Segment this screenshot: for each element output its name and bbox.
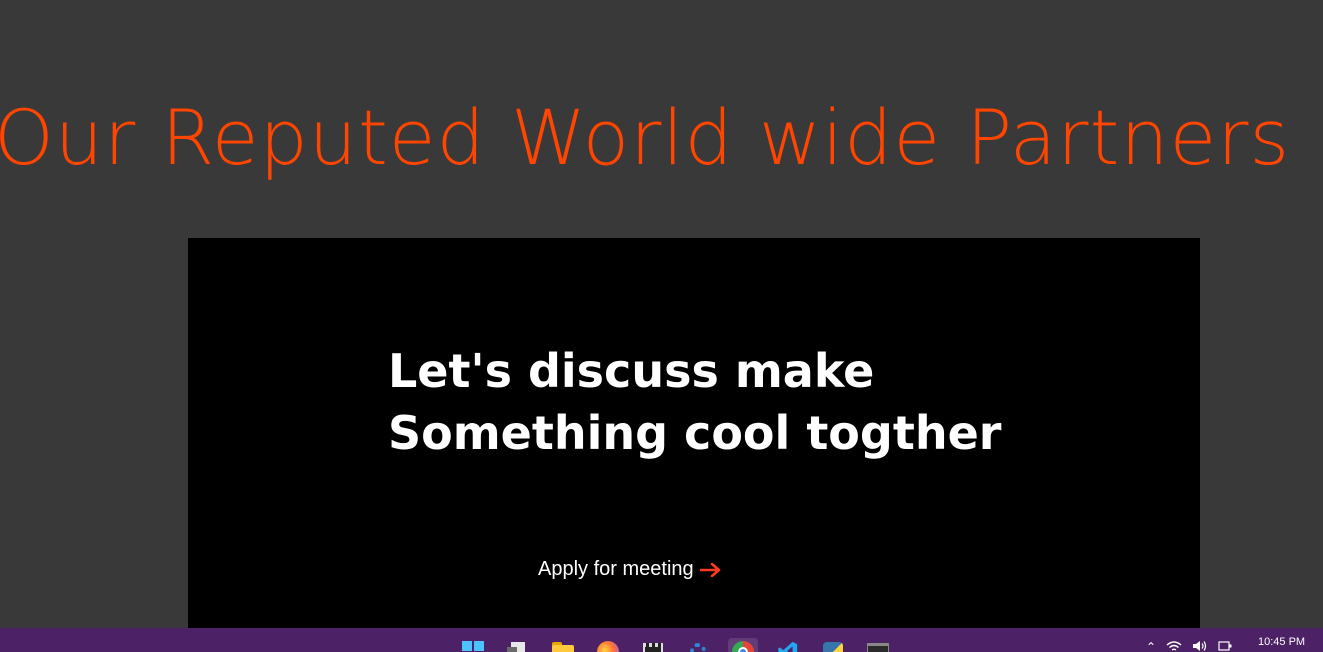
file-explorer-icon[interactable] — [548, 638, 578, 652]
settings-icon[interactable] — [683, 638, 713, 652]
taskbar-apps — [458, 638, 893, 652]
page: Our Reputed World wide Partners Let's di… — [0, 0, 1323, 652]
chevron-up-icon[interactable]: ⌃ — [1146, 640, 1156, 652]
cta-panel: Let's discuss make Something cool togthe… — [188, 238, 1200, 628]
apply-link-label: Apply for meeting — [538, 558, 694, 580]
system-tray: ⌃ — [1146, 640, 1232, 652]
media-player-icon[interactable] — [638, 638, 668, 652]
start-icon[interactable] — [458, 638, 488, 652]
arrow-right-icon — [699, 562, 720, 577]
cta-title: Let's discuss make Something cool togthe… — [388, 340, 1001, 464]
volume-icon[interactable] — [1192, 640, 1208, 652]
cta-title-line-1: Let's discuss make — [388, 344, 875, 398]
battery-icon[interactable] — [1218, 640, 1232, 652]
firefox-icon[interactable] — [593, 638, 623, 652]
taskbar-clock[interactable]: 10:45 PM — [1258, 636, 1305, 648]
taskbar: ⌃ 10:45 PM — [0, 628, 1323, 652]
vscode-icon[interactable] — [773, 638, 803, 652]
apply-for-meeting-link[interactable]: Apply for meeting — [538, 558, 722, 581]
chrome-icon[interactable] — [728, 638, 758, 652]
wifi-icon[interactable] — [1166, 640, 1182, 652]
task-view-icon[interactable] — [503, 638, 533, 652]
terminal-icon[interactable] — [863, 638, 893, 652]
python-icon[interactable] — [818, 638, 848, 652]
partners-heading: Our Reputed World wide Partners — [0, 93, 1291, 182]
cta-title-line-2: Something cool togther — [388, 406, 1002, 460]
